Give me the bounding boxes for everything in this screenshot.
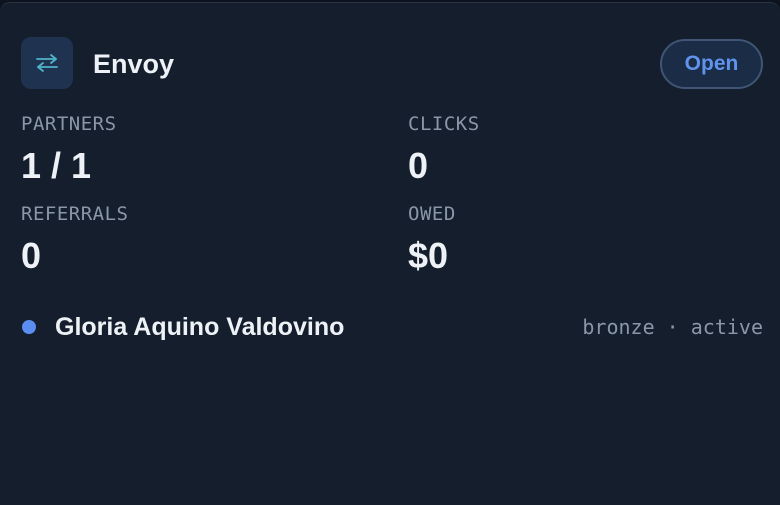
partners-value: 1 / 1	[21, 145, 92, 186]
app-icon-tile	[21, 37, 73, 89]
status-dot-icon	[22, 320, 36, 334]
partner-list-item[interactable]: Gloria Aquino Valdovino bronze · active	[21, 309, 765, 345]
owed-label: OWED	[408, 203, 456, 225]
partner-tier-status: bronze · active	[582, 315, 763, 339]
partner-name: Gloria Aquino Valdovino	[55, 313, 345, 341]
owed-value: $0	[408, 235, 449, 276]
swap-arrows-icon	[36, 54, 58, 72]
clicks-label: CLICKS	[408, 113, 480, 135]
app-title: Envoy	[93, 49, 175, 79]
partners-label: PARTNERS	[21, 113, 117, 135]
open-button[interactable]: Open	[660, 39, 763, 89]
envoy-card: Envoy Open PARTNERS 1 / 1 CLICKS 0 REFER…	[0, 2, 780, 505]
clicks-value: 0	[408, 145, 429, 186]
referrals-value: 0	[21, 235, 42, 276]
referrals-label: REFERRALS	[21, 203, 129, 225]
